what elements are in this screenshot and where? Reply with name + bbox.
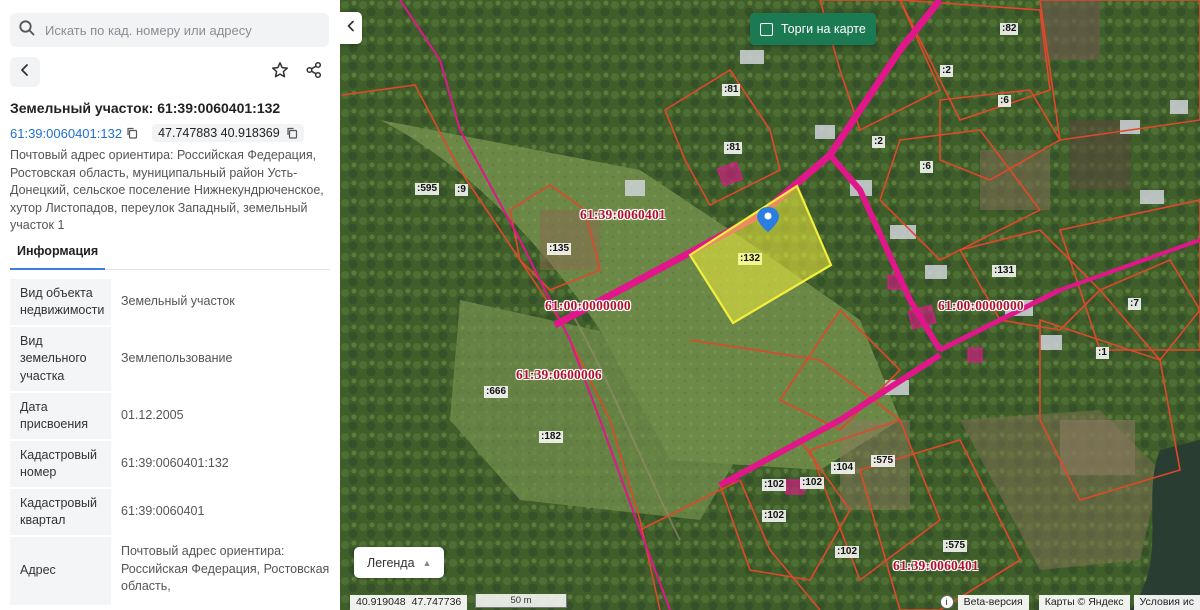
chevron-left-icon [18, 63, 32, 82]
parcel-label[interactable]: :182 [539, 431, 564, 443]
search-bar[interactable] [10, 13, 329, 47]
row-value: 61:39:0060401 [111, 489, 330, 535]
row-value: Земельный участок [111, 279, 330, 325]
chevron-left-icon [346, 19, 356, 37]
legend-label: Легенда [367, 555, 415, 570]
parcel-label[interactable]: :1 [1096, 347, 1109, 359]
parcel-label[interactable]: :102 [800, 477, 825, 489]
row-key: Вид земельного участка [20, 333, 87, 383]
chevron-up-icon: ▲ [422, 557, 432, 568]
row-key: Кадастровый номер [20, 447, 97, 480]
back-button[interactable] [10, 57, 40, 87]
parcel-label[interactable]: :104 [831, 462, 856, 474]
auction-toggle-label: Торги на карте [781, 22, 866, 36]
cursor-lat: 47.747736 [411, 596, 462, 608]
row-value: Землепользование [111, 327, 330, 391]
card-toolbar [10, 57, 330, 87]
parcel-label[interactable]: :82 [1000, 23, 1019, 35]
parcel-label[interactable]: :2 [872, 136, 885, 148]
parcel-label[interactable]: :81 [724, 142, 743, 154]
search-icon [18, 19, 36, 42]
row-key: Кадастровый квартал [20, 495, 97, 528]
checkbox-icon[interactable] [760, 22, 773, 36]
parcel-label[interactable]: :102 [762, 510, 787, 522]
table-row: Дата присвоения 01.12.2005 [10, 393, 330, 441]
parcel-label[interactable]: :135 [547, 243, 572, 255]
tab-information[interactable]: Информация [10, 244, 106, 270]
cadastral-map[interactable]: :81 :81 :82 :2 :6 :2 :6 :595 :9 :135 :13… [340, 0, 1200, 610]
parcel-label[interactable]: :131 [992, 265, 1017, 277]
row-key: Адрес [20, 563, 56, 578]
info-icon[interactable]: i [939, 595, 954, 609]
map-attribution[interactable]: Карты © Яндекс [1038, 594, 1130, 610]
share-icon [305, 61, 323, 84]
info-sidebar: Земельный участок: 61:39:0060401:132 61:… [0, 0, 340, 610]
row-value: Почтовый адрес ориентира: Российская Фед… [111, 537, 330, 605]
table-row: Адрес Почтовый адрес ориентира: Российск… [10, 537, 330, 607]
row-value: 61:39:0060401:132 [111, 441, 330, 487]
parcel-label[interactable]: :2 [940, 65, 953, 77]
terms-link[interactable]: Условия ис [1133, 594, 1200, 610]
map-footer: i Beta-версия Карты © Яндекс Условия ис [939, 594, 1200, 610]
parcel-label[interactable]: :102 [835, 546, 860, 558]
cadastral-number-link[interactable]: 61:39:0060401:132 [10, 126, 122, 141]
search-input[interactable] [45, 22, 315, 38]
coordinates-text: 47.747883 40.918369 [158, 126, 280, 140]
table-row: Вид объекта недвижимости Земельный участ… [10, 279, 330, 327]
auction-toggle[interactable]: Торги на карте [750, 13, 876, 45]
row-key: Дата присвоения [20, 399, 89, 432]
table-row: Вид земельного участка Землепользование [10, 327, 330, 393]
parcel-label[interactable]: :595 [415, 183, 440, 195]
parcel-label[interactable]: :6 [920, 161, 933, 173]
parcel-label[interactable]: :132 [738, 253, 763, 265]
parcel-identifiers: 61:39:0060401:132 47.747883 40.918369 [10, 123, 304, 143]
copy-icon[interactable] [286, 127, 298, 139]
parcel-label[interactable]: :575 [943, 540, 968, 552]
quarter-label[interactable]: 61:39:0060401 [893, 558, 979, 574]
parcel-label[interactable]: :81 [722, 84, 741, 96]
tab-bar: Информация [10, 240, 330, 270]
favorite-button[interactable] [265, 57, 295, 87]
row-key: Вид объекта недвижимости [20, 285, 105, 318]
table-row: Кадастровый квартал 61:39:0060401 [10, 489, 330, 537]
cursor-coordinates: 40.919048 47.747736 [350, 594, 468, 610]
collapse-sidebar-button[interactable] [340, 12, 362, 44]
quarter-label[interactable]: 61:39:0060401 [580, 207, 666, 223]
share-button[interactable] [299, 57, 329, 87]
parcel-label[interactable]: :6 [998, 95, 1011, 107]
parcel-label[interactable]: :666 [484, 386, 509, 398]
coordinates-chip[interactable]: 47.747883 40.918369 [152, 124, 304, 142]
scale-label: 50 m [510, 595, 532, 606]
table-row: Кадастровый номер 61:39:0060401:132 [10, 441, 330, 489]
cursor-lon: 40.919048 [356, 596, 406, 608]
parcel-label[interactable]: :102 [762, 479, 787, 491]
info-table: Вид объекта недвижимости Земельный участ… [10, 279, 330, 607]
legend-button[interactable]: Легенда ▲ [354, 547, 444, 578]
parcel-title: Земельный участок: 61:39:0060401:132 [10, 100, 281, 116]
row-value: 01.12.2005 [111, 393, 330, 439]
parcel-label[interactable]: :575 [871, 455, 896, 467]
copy-icon[interactable] [126, 127, 138, 139]
star-icon [271, 61, 289, 84]
beta-badge: Beta-версия [957, 594, 1029, 610]
parcel-label[interactable]: :7 [1128, 298, 1141, 310]
quarter-label[interactable]: 61:39:0600006 [516, 367, 602, 383]
parcel-label[interactable]: :9 [455, 184, 468, 196]
quarter-label[interactable]: 61:00:0000000 [545, 298, 631, 314]
quarter-label[interactable]: 61:00:0000000 [938, 298, 1024, 314]
parcel-address: Почтовый адрес ориентира: Российская Фед… [10, 148, 324, 232]
scale-bar: 50 m [475, 594, 567, 608]
